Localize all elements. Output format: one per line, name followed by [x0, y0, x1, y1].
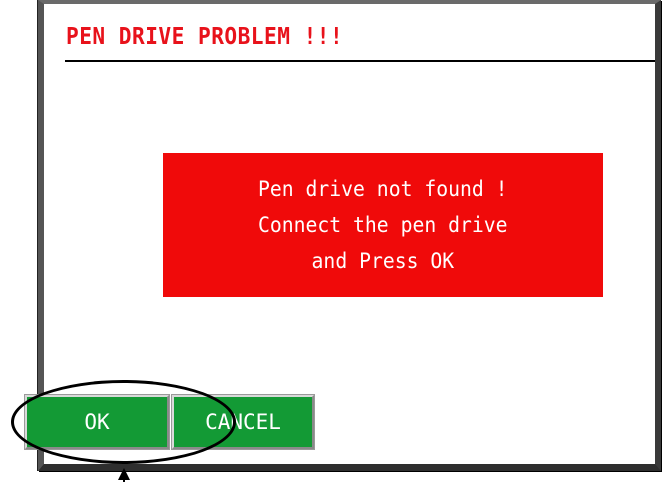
- dialog-title: PEN DRIVE PROBLEM !!!: [66, 24, 344, 50]
- error-message-box: Pen drive not found ! Connect the pen dr…: [163, 153, 603, 297]
- ok-button[interactable]: OK: [24, 394, 170, 450]
- title-divider: [65, 60, 655, 62]
- message-line-1: Pen drive not found !: [258, 177, 508, 201]
- cancel-button[interactable]: CANCEL: [171, 394, 315, 450]
- message-line-2: Connect the pen drive: [258, 213, 508, 237]
- message-line-3: and Press OK: [311, 249, 455, 273]
